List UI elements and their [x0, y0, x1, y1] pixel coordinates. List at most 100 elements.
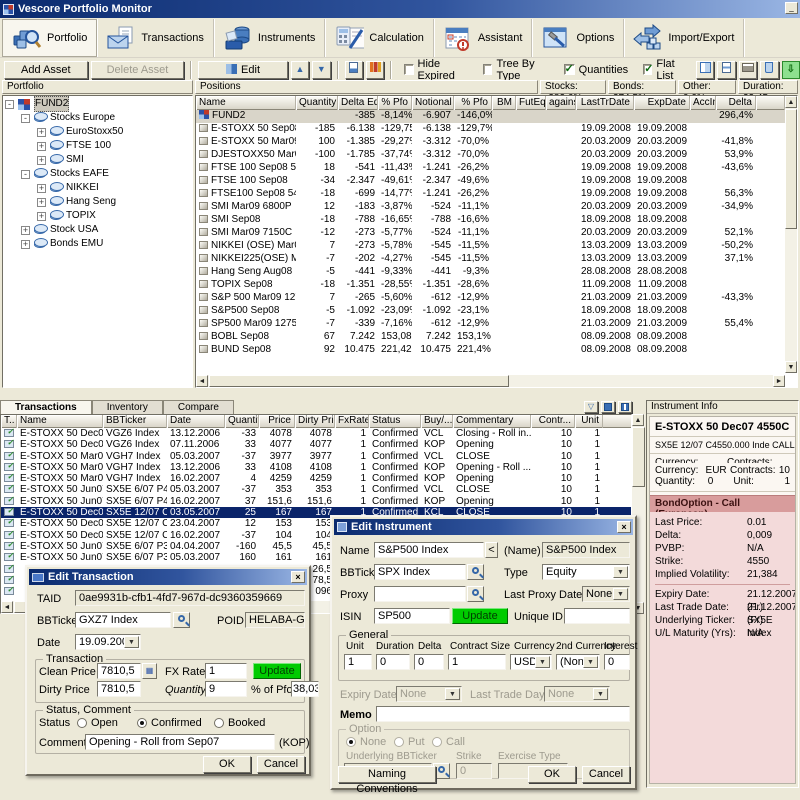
filter-button[interactable]: ▽ [584, 401, 598, 413]
position-row[interactable]: S&P 500 Mar09 1275P7-265-5,60%-612-12,9%… [196, 292, 785, 305]
report-button[interactable] [345, 61, 363, 79]
tree-node[interactable]: - Stocks Europe [3, 111, 192, 125]
position-row[interactable]: E-STOXX 50 Mar09 3300P100-1.385-29,27%-3… [196, 136, 785, 149]
column-header[interactable]: Delta Eqv [338, 96, 378, 110]
column-header[interactable]: % Pfo [378, 96, 412, 110]
delete-button[interactable] [760, 61, 778, 79]
position-row[interactable]: TOPIX Sep08-18-1.351-28,55%-1.351-28,6%1… [196, 279, 785, 292]
tree-expander[interactable]: + [37, 142, 46, 151]
scroll-left-icon[interactable]: ◄ [196, 375, 208, 387]
export-button[interactable] [601, 401, 615, 413]
type-dropdown[interactable]: Equity▼ [542, 564, 630, 580]
import-export-button[interactable]: Import/Export [624, 19, 744, 57]
portfolio-button[interactable]: Portfolio [2, 19, 97, 57]
unique-id-field[interactable] [564, 608, 630, 624]
contract-size-field[interactable]: 1 [448, 654, 506, 670]
transaction-row[interactable]: E-STOXX 50 Mar07VGH7 Index05.03.2007-373… [1, 451, 631, 462]
position-row[interactable]: Hang Seng Aug08-5-441-9,33%-441-9,3%28.0… [196, 266, 785, 279]
column-header[interactable]: Buy/... [421, 415, 453, 428]
proxy-field[interactable] [374, 586, 466, 602]
position-row[interactable]: SMI Sep08-18-788-16,65%-788-16,6%18.09.2… [196, 214, 785, 227]
dirty-price-field[interactable]: 7810,5 [97, 681, 141, 697]
ok-button[interactable]: OK [528, 766, 576, 783]
dropdown-arrow-icon[interactable]: ▼ [593, 688, 608, 700]
column-header[interactable]: AccInt [690, 96, 716, 110]
tree-expander[interactable]: + [37, 212, 46, 221]
positions-vscrollbar[interactable]: ▲ ▼ [785, 96, 797, 373]
dropdown-arrow-icon[interactable]: ▼ [124, 636, 139, 648]
close-icon[interactable]: × [617, 521, 631, 533]
edit-transaction-titlebar[interactable]: Edit Transaction [29, 569, 307, 585]
tree-node[interactable]: + EuroStoxx50 [3, 125, 192, 139]
tree-expander[interactable]: - [21, 114, 30, 123]
column-header[interactable]: Commentary [453, 415, 531, 428]
column-header[interactable]: Date [167, 415, 225, 428]
unit-field[interactable]: 1 [344, 654, 372, 670]
update-button[interactable]: Update [253, 663, 301, 679]
isin-field[interactable]: SP500 [374, 608, 450, 624]
scroll-up-icon[interactable]: ▲ [632, 414, 644, 426]
column-header[interactable]: Status [369, 415, 421, 428]
preview-button[interactable] [717, 61, 735, 79]
column-header[interactable]: Name [196, 96, 296, 110]
dropdown-arrow-icon[interactable]: ▼ [445, 688, 460, 700]
currency-dropdown[interactable]: USD▼ [510, 654, 552, 670]
column-header[interactable]: Unit [575, 415, 603, 428]
position-row[interactable]: FTSE 100 Sep08 5475P18-541-11,43%-1.241-… [196, 162, 785, 175]
bbticker-field[interactable]: GXZ7 Index [75, 612, 171, 628]
position-row[interactable]: FUND2-385-8,14%-6.907-146,0%296,4% [196, 110, 785, 123]
tree-node[interactable]: + Bonds EMU [3, 237, 192, 251]
column-header[interactable]: LastTrDate [576, 96, 634, 110]
edit-properties-button[interactable]: Edit Properties [198, 61, 287, 79]
option-call-radio[interactable]: Call [432, 736, 465, 748]
last-proxy-date-dropdown[interactable]: None▼ [582, 586, 630, 602]
tree-node[interactable]: + TOPIX [3, 209, 192, 223]
move-down-button[interactable]: ▼ [312, 61, 330, 79]
dropdown-arrow-icon[interactable]: ▼ [535, 656, 550, 668]
position-row[interactable]: DJESTOXX50 Mar09 3350C-100-1.785-37,74%-… [196, 149, 785, 162]
option-put-radio[interactable]: Put [394, 736, 425, 748]
position-row[interactable]: E-STOXX 50 Sep08-185-6.138-129,75%-6.138… [196, 123, 785, 136]
transaction-row[interactable]: E-STOXX 50 Jun07 4250PSX5E 6/07 P4250...… [1, 496, 631, 507]
tree-expander[interactable]: - [5, 100, 14, 109]
position-row[interactable]: NIKKEI225(OSE) Mar09 13...-7-202-4,27%-5… [196, 253, 785, 266]
dropdown-arrow-icon[interactable]: ▼ [613, 588, 628, 600]
proxy-search-button[interactable] [467, 586, 484, 602]
fx-rate-field[interactable]: 1 [205, 663, 247, 679]
status-confirmed-radio[interactable]: Confirmed [137, 717, 202, 729]
transaction-row[interactable]: E-STOXX 50 Jun07 4250PSX5E 6/07 P4250...… [1, 484, 631, 495]
tree-expander[interactable]: + [37, 198, 46, 207]
column-header[interactable]: T.. [1, 415, 17, 428]
columns-button[interactable] [696, 61, 714, 79]
column-header[interactable]: BBTicker [103, 415, 167, 428]
transaction-row[interactable]: E-STOXX 50 Mar07VGH7 Index13.12.20063341… [1, 462, 631, 473]
position-row[interactable]: SMI Mar09 7150C-12-273-5,77%-524-11,1%20… [196, 227, 785, 240]
last-trade-day-dropdown[interactable]: None▼ [544, 686, 610, 702]
column-header[interactable]: Quantity [296, 96, 338, 110]
column-header[interactable]: Name [17, 415, 103, 428]
quantity-field[interactable]: 9 [205, 681, 247, 697]
date-field[interactable]: 19.09.2007▼ [75, 634, 141, 650]
delta-field[interactable]: 0 [414, 654, 444, 670]
scroll-left-icon[interactable]: ◄ [1, 601, 13, 613]
position-row[interactable]: BUND Sep089210.475221,42%10.475221,4%08.… [196, 344, 785, 357]
column-header[interactable]: % Pfo [454, 96, 492, 110]
scroll-up-icon[interactable]: ▲ [785, 96, 797, 108]
transactions-button[interactable]: Transactions [97, 19, 214, 57]
tree-node[interactable]: - Stocks EAFE [3, 167, 192, 181]
cancel-button[interactable]: Cancel [257, 756, 305, 773]
position-row[interactable]: SMI Mar09 6800P12-183-3,87%-524-11,1%20.… [196, 201, 785, 214]
transactions-tab[interactable]: Inventory [92, 400, 163, 414]
position-row[interactable]: BOBL Sep08677.242153,08%7.242153,1%08.09… [196, 331, 785, 344]
transaction-row[interactable]: E-STOXX 50 Dec06VGZ6 Index13.12.2006-334… [1, 428, 631, 439]
column-header[interactable]: BM [492, 96, 516, 110]
tree-expander[interactable]: + [21, 240, 30, 249]
expiry-date-dropdown[interactable]: None▼ [396, 686, 462, 702]
tree-expander[interactable]: - [21, 170, 30, 179]
tree-expander[interactable]: + [37, 128, 46, 137]
position-row[interactable]: FTSE100 Sep08 5475C-18-699-14,77%-1.241-… [196, 188, 785, 201]
bbticker-field[interactable]: SPX Index [374, 564, 466, 580]
name-copy-button[interactable]: < [485, 542, 498, 558]
position-row[interactable]: FTSE 100 Sep08-34-2.347-49,61%-2.347-49,… [196, 175, 785, 188]
valuation-button[interactable] [366, 61, 384, 79]
